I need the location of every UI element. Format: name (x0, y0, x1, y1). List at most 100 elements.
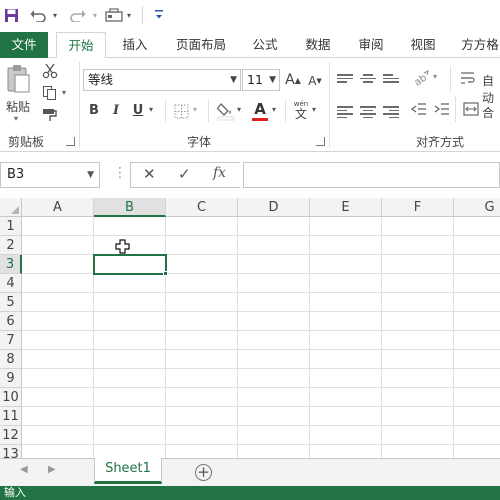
align-left-icon[interactable] (337, 104, 353, 120)
fill-color-icon[interactable] (216, 100, 236, 122)
group-divider (329, 62, 330, 148)
phonetic-dropdown-icon[interactable]: ▾ (312, 105, 316, 114)
column-header-e[interactable]: E (310, 198, 382, 217)
select-all-corner[interactable] (0, 198, 22, 217)
bold-button[interactable]: B (86, 100, 102, 120)
row-header-13[interactable]: 13 (0, 445, 22, 458)
font-color-button[interactable]: A (252, 98, 268, 120)
align-bottom-icon[interactable] (383, 72, 399, 85)
row-header-2[interactable]: 2 (0, 236, 22, 255)
tab-home[interactable]: 开始 (56, 32, 106, 59)
tab-review[interactable]: 审阅 (350, 32, 392, 58)
chevron-down-icon[interactable]: ▼ (269, 70, 276, 90)
font-size-combo[interactable]: 11 ▼ (242, 69, 280, 91)
orientation-dropdown-icon[interactable]: ▾ (433, 72, 437, 81)
paste-dropdown-icon[interactable]: ▾ (14, 114, 18, 123)
row-header-4[interactable]: 4 (0, 274, 22, 293)
phonetic-bottom-label: 文 (294, 106, 307, 121)
cancel-icon[interactable]: ✕ (143, 165, 156, 183)
phonetic-button[interactable]: wén 文 (291, 98, 311, 122)
column-header-f[interactable]: F (382, 198, 454, 217)
borders-dropdown-icon[interactable]: ▾ (193, 105, 197, 114)
tab-data[interactable]: 数据 (296, 32, 340, 58)
underline-button[interactable]: U (130, 100, 146, 120)
tab-view[interactable]: 视图 (402, 32, 444, 58)
increase-indent-icon[interactable] (433, 100, 451, 118)
enter-icon[interactable]: ✓ (178, 165, 191, 183)
format-painter-icon[interactable] (40, 106, 60, 124)
tab-page-layout[interactable]: 页面布局 (168, 32, 234, 58)
row-header-3[interactable]: 3 (0, 255, 22, 274)
column-header-c[interactable]: C (166, 198, 238, 217)
align-right-icon[interactable] (383, 104, 399, 120)
name-box[interactable]: B3 ▼ (0, 162, 100, 188)
align-center-icon[interactable] (360, 104, 376, 120)
redo-icon[interactable] (68, 4, 88, 26)
row-header-8[interactable]: 8 (0, 350, 22, 369)
tab-insert[interactable]: 插入 (114, 32, 156, 58)
undo-icon[interactable] (28, 4, 48, 26)
gridline (22, 292, 500, 293)
gridline (22, 444, 500, 445)
row-header-5[interactable]: 5 (0, 293, 22, 312)
form-icon[interactable] (103, 4, 125, 26)
chevron-down-icon[interactable]: ▼ (87, 163, 94, 187)
italic-button[interactable]: I (108, 100, 124, 120)
redo-dropdown-icon[interactable]: ▾ (90, 4, 100, 26)
row-header-12[interactable]: 12 (0, 426, 22, 445)
merge-center-icon[interactable] (462, 100, 480, 118)
save-icon[interactable] (2, 4, 20, 26)
tab-formulas[interactable]: 公式 (244, 32, 286, 58)
shrink-font-button[interactable]: A ▼ (306, 72, 324, 90)
row-header-10[interactable]: 10 (0, 388, 22, 407)
sheet-tab-bar: ◀ ▶ Sheet1 + (0, 458, 500, 486)
insert-function-icon[interactable]: fx (213, 165, 226, 181)
tab-fangfangge[interactable]: 方方格 (456, 32, 500, 58)
paste-icon[interactable] (4, 62, 34, 96)
formula-input[interactable] (243, 162, 500, 188)
form-dropdown-icon[interactable]: ▾ (124, 4, 134, 26)
row-header-6[interactable]: 6 (0, 312, 22, 331)
active-cell[interactable] (93, 254, 167, 275)
wrap-text-label[interactable]: 自动 (482, 72, 500, 106)
worksheet-grid[interactable]: A B C D E F G 1 2 3 4 5 6 7 8 9 10 11 12 13 (0, 198, 500, 458)
copy-icon[interactable] (40, 84, 60, 102)
font-name-value: 等线 (88, 72, 114, 87)
align-divider (450, 66, 451, 92)
sheet-tab[interactable]: Sheet1 (94, 458, 162, 484)
font-divider (165, 100, 166, 122)
row-header-7[interactable]: 7 (0, 331, 22, 350)
column-header-g[interactable]: G (454, 198, 500, 217)
row-header-1[interactable]: 1 (0, 217, 22, 236)
fill-handle[interactable] (163, 271, 168, 276)
tab-file[interactable]: 文件 (0, 32, 48, 58)
font-name-combo[interactable]: 等线 ▼ (83, 69, 241, 91)
borders-icon[interactable] (172, 102, 190, 120)
add-sheet-icon[interactable]: + (195, 464, 212, 481)
row-header-11[interactable]: 11 (0, 407, 22, 426)
column-header-b[interactable]: B (94, 198, 166, 217)
undo-dropdown-icon[interactable]: ▾ (50, 4, 60, 26)
align-middle-icon[interactable] (360, 72, 376, 85)
clipboard-launcher-icon[interactable] (66, 137, 75, 146)
scroll-left-icon[interactable]: ◀ (20, 464, 28, 475)
row-header-9[interactable]: 9 (0, 369, 22, 388)
font-launcher-icon[interactable] (316, 137, 325, 146)
fill-color-dropdown-icon[interactable]: ▾ (237, 105, 241, 114)
align-top-icon[interactable] (337, 72, 353, 85)
font-color-dropdown-icon[interactable]: ▾ (272, 105, 276, 114)
resize-handle-icon[interactable]: ⋮ (113, 166, 127, 180)
ribbon-home: 粘贴 ▾ ▾ 剪贴板 等线 ▼ 11 ▼ A ▲ A ▼ B I U ▾ ▾ ▾… (0, 58, 500, 152)
scroll-right-icon[interactable]: ▶ (48, 464, 56, 475)
chevron-down-icon[interactable]: ▼ (230, 70, 237, 90)
column-header-d[interactable]: D (238, 198, 310, 217)
underline-dropdown-icon[interactable]: ▾ (149, 105, 153, 114)
customize-icon[interactable] (152, 4, 166, 26)
copy-dropdown-icon[interactable]: ▾ (62, 88, 66, 97)
paste-label[interactable]: 粘贴 (6, 98, 30, 115)
column-header-a[interactable]: A (22, 198, 94, 217)
decrease-indent-icon[interactable] (410, 100, 428, 118)
grow-font-button[interactable]: A ▲ (284, 70, 302, 90)
cut-icon[interactable] (40, 62, 60, 80)
orientation-icon[interactable]: ab (410, 68, 432, 88)
